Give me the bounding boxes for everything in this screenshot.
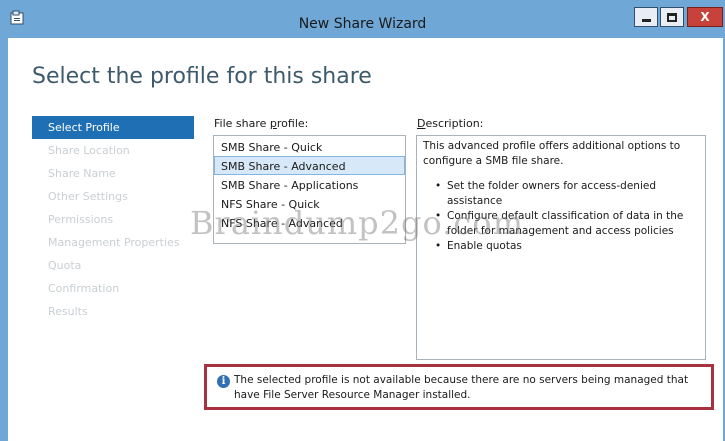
minimize-icon <box>641 18 651 22</box>
minimize-button[interactable] <box>634 7 658 27</box>
profile-unavailable-alert: i The selected profile is not available … <box>204 364 714 410</box>
profile-item-smb-applications[interactable]: SMB Share - Applications <box>214 175 405 194</box>
description-box: This advanced profile offers additional … <box>416 135 706 360</box>
watermark-text: Braindump2go.com <box>190 204 524 242</box>
description-label: Description: <box>417 117 484 130</box>
nav-step-select-profile[interactable]: Select Profile <box>32 116 194 139</box>
nav-step-management-properties: Management Properties <box>48 236 180 249</box>
maximize-button[interactable] <box>660 7 684 27</box>
alert-message: The selected profile is not available be… <box>234 374 689 401</box>
nav-step-quota: Quota <box>48 259 82 272</box>
wizard-client-area: Select the profile for this share Select… <box>8 38 723 441</box>
nav-step-permissions: Permissions <box>48 213 114 226</box>
wizard-window: New Share Wizard X Select the profile fo… <box>0 0 725 441</box>
title-bar[interactable]: New Share Wizard X <box>0 0 725 38</box>
profile-item-smb-quick[interactable]: SMB Share - Quick <box>214 137 405 156</box>
page-title: Select the profile for this share <box>32 64 372 89</box>
nav-step-other-settings: Other Settings <box>48 190 128 203</box>
info-icon: i <box>217 375 230 388</box>
file-share-profile-label: File share profile: <box>214 117 309 130</box>
wizard-steps-nav: Select Profile Share Location Share Name… <box>32 116 194 323</box>
profile-item-smb-advanced[interactable]: SMB Share - Advanced <box>214 156 405 175</box>
window-title: New Share Wizard <box>298 16 427 32</box>
nav-step-results: Results <box>48 305 88 318</box>
maximize-icon <box>667 12 677 22</box>
nav-step-confirmation: Confirmation <box>48 282 120 295</box>
nav-step-share-name: Share Name <box>48 167 116 180</box>
nav-step-share-location: Share Location <box>48 144 130 157</box>
close-button[interactable]: X <box>687 7 723 27</box>
description-intro: This advanced profile offers additional … <box>423 140 681 167</box>
close-icon: X <box>700 10 710 24</box>
